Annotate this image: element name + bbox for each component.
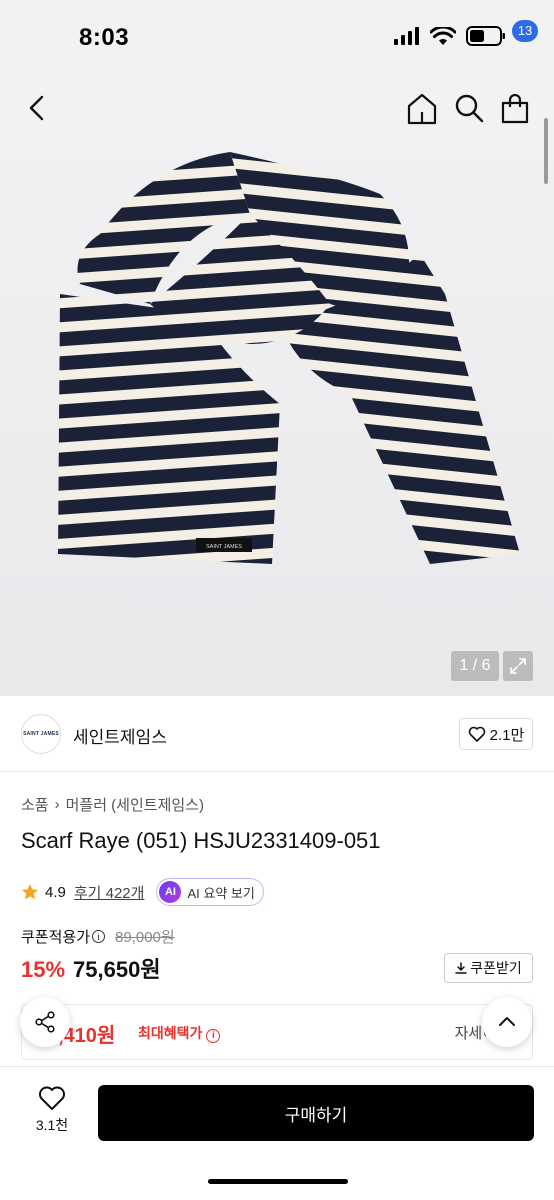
nav-bar — [0, 72, 554, 144]
breadcrumb-item[interactable]: 머플러 (세인트제임스) — [66, 794, 204, 815]
back-arrow-icon[interactable] — [22, 92, 54, 124]
brand-row[interactable]: SAINT JAMES 세인트제임스 2.1만 — [0, 696, 554, 772]
rating-row: 4.9 후기 422개 AI AI 요약 보기 — [21, 878, 264, 906]
share-icon — [35, 1011, 55, 1033]
signal-icon — [394, 27, 419, 45]
home-indicator — [208, 1179, 348, 1184]
max-benefit-box[interactable]: ,410원 최대혜택가 i 자세히 — [21, 1004, 533, 1060]
product-title: Scarf Raye (051) HSJU2331409-051 — [21, 828, 381, 853]
info-icon[interactable]: i — [206, 1028, 221, 1043]
download-icon — [455, 962, 467, 974]
get-coupon-label: 쿠폰받기 — [470, 960, 522, 976]
wifi-icon — [430, 26, 456, 45]
share-button[interactable] — [20, 997, 70, 1047]
max-benefit-label-text: 최대혜택가 — [138, 1025, 203, 1041]
expand-button[interactable] — [503, 651, 533, 681]
product-photo-scarf: SAINT JAMES — [58, 152, 520, 564]
ai-summary-label: AI 요약 보기 — [187, 885, 255, 901]
cart-icon[interactable] — [500, 94, 530, 124]
battery-icon — [466, 26, 505, 46]
wishlist-count: 3.1천 — [35, 1117, 69, 1133]
heart-icon — [39, 1086, 65, 1110]
star-icon — [21, 883, 39, 900]
home-icon[interactable] — [406, 92, 438, 126]
review-count-link[interactable]: 후기 422개 — [74, 882, 145, 903]
cart-count-badge: 13 — [512, 20, 538, 42]
image-counter: 1 / 6 — [451, 651, 499, 681]
breadcrumb: 소품 › 머플러 (세인트제임스) — [21, 794, 204, 815]
get-coupon-button[interactable]: 쿠폰받기 — [444, 953, 533, 983]
scroll-top-button[interactable] — [482, 997, 532, 1047]
breadcrumb-item[interactable]: 소품 — [21, 794, 49, 815]
rating-value: 4.9 — [45, 883, 66, 901]
info-icon[interactable]: i — [92, 930, 106, 943]
price-row: 15% 75,650원 — [21, 952, 161, 984]
brand-like-button[interactable]: 2.1만 — [459, 718, 533, 750]
wishlist-button[interactable]: 3.1천 — [22, 1085, 82, 1155]
brand-name[interactable]: 세인트제임스 — [73, 723, 167, 748]
chevron-right-icon: › — [54, 796, 60, 813]
product-image[interactable]: SAINT JAMES › 1 / 6 — [0, 144, 554, 696]
sale-price: 75,650원 — [73, 957, 161, 982]
ai-badge-icon: AI — [159, 881, 182, 903]
status-time: 8:03 — [79, 24, 130, 51]
bottom-action-bar: 3.1천 구매하기 — [0, 1066, 554, 1200]
expand-icon — [510, 658, 526, 674]
coupon-price-label-row: 쿠폰적용가 i 89,000원 — [21, 926, 175, 947]
scarf-label-text: SAINT JAMES — [206, 544, 242, 550]
brand-like-count: 2.1만 — [489, 726, 525, 744]
max-benefit-label: 최대혜택가 i — [138, 1023, 221, 1043]
original-price: 89,000원 — [115, 929, 175, 946]
discount-rate: 15% — [21, 957, 66, 982]
coupon-price-label: 쿠폰적용가 — [21, 929, 91, 946]
ai-summary-button[interactable]: AI AI 요약 보기 — [156, 878, 264, 906]
search-icon[interactable] — [453, 92, 485, 124]
brand-logo[interactable]: SAINT JAMES — [21, 714, 61, 754]
status-bar: 8:03 — [0, 0, 554, 72]
chevron-up-icon — [499, 1017, 515, 1026]
heart-icon — [468, 726, 485, 742]
status-icons — [394, 26, 506, 46]
buy-button[interactable]: 구매하기 — [98, 1085, 534, 1141]
scroll-indicator[interactable] — [544, 118, 548, 184]
